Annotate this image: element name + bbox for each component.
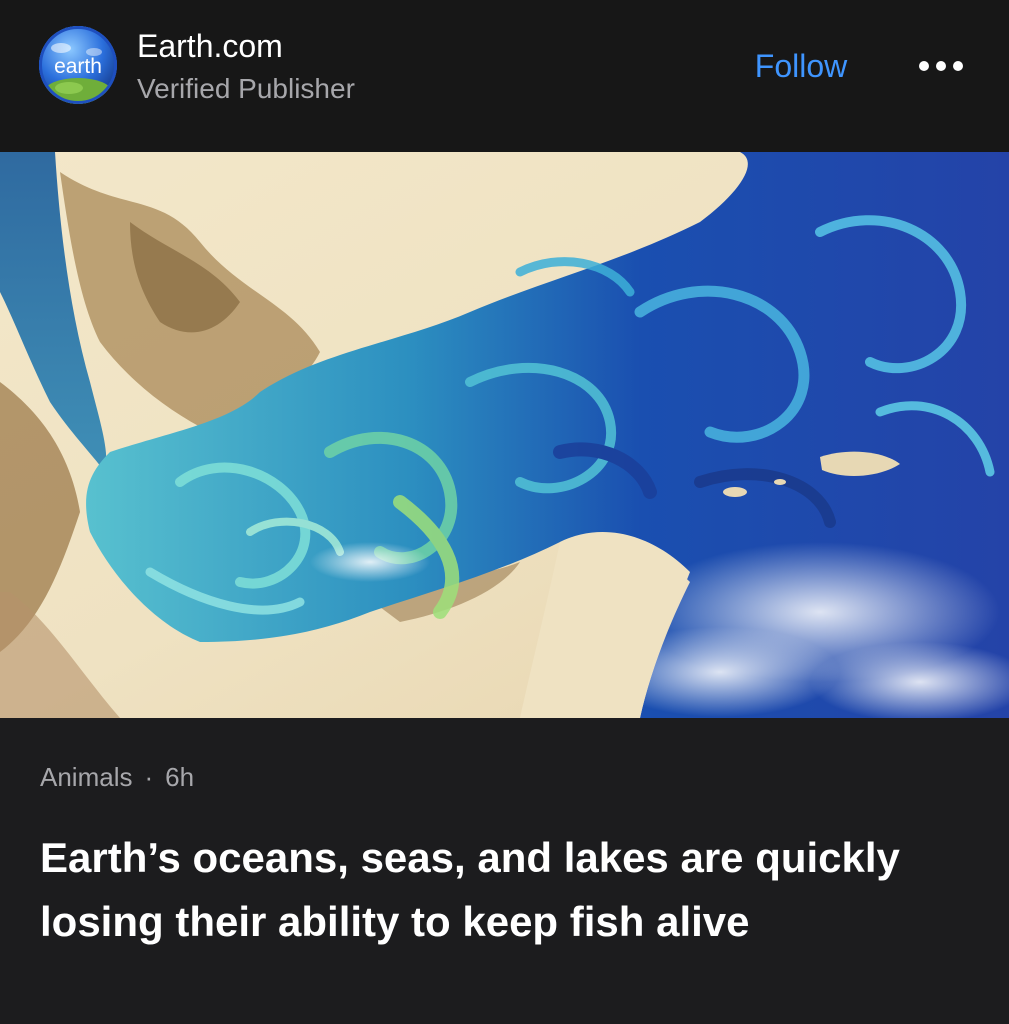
more-options-button[interactable]	[910, 48, 972, 84]
satellite-ocean-image	[0, 152, 1009, 718]
meta-separator: ·	[144, 762, 154, 792]
ellipsis-icon	[919, 61, 963, 71]
article-headline[interactable]: Earth’s oceans, seas, and lakes are quic…	[40, 826, 970, 954]
article-card[interactable]: earth Earth.com Verified Publisher Follo…	[0, 0, 1009, 1024]
timestamp: 6h	[165, 762, 195, 792]
verified-publisher-label: Verified Publisher	[137, 73, 355, 104]
article-hero-image[interactable]	[0, 152, 1009, 718]
svg-text:earth: earth	[54, 55, 102, 78]
publisher-avatar[interactable]: earth	[39, 26, 117, 104]
earth-logo-icon: earth	[39, 26, 117, 104]
follow-button[interactable]: Follow	[738, 44, 864, 88]
publisher-header: earth Earth.com Verified Publisher Follo…	[0, 0, 1009, 152]
category-label[interactable]: Animals	[40, 762, 132, 792]
article-meta: Animals · 6h	[40, 762, 194, 793]
publisher-name[interactable]: Earth.com	[137, 28, 283, 65]
